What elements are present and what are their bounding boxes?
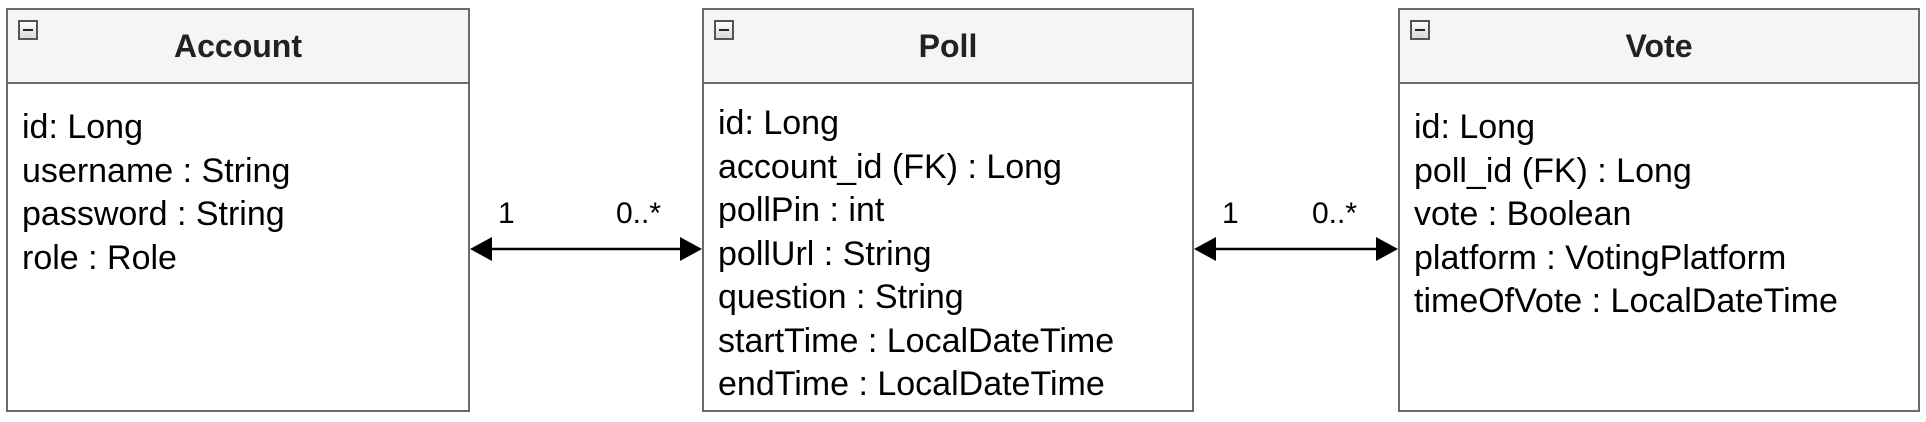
- association-connectors: [470, 237, 1398, 261]
- multiplicity-account-side: 1: [498, 197, 515, 230]
- multiplicity-poll-side: 0..*: [616, 197, 662, 230]
- multiplicity-vote-side: 0..*: [1312, 197, 1358, 230]
- multiplicity-poll-side: 1: [1222, 197, 1239, 230]
- association-account-poll[interactable]: [470, 237, 702, 261]
- association-poll-vote[interactable]: [1194, 237, 1398, 261]
